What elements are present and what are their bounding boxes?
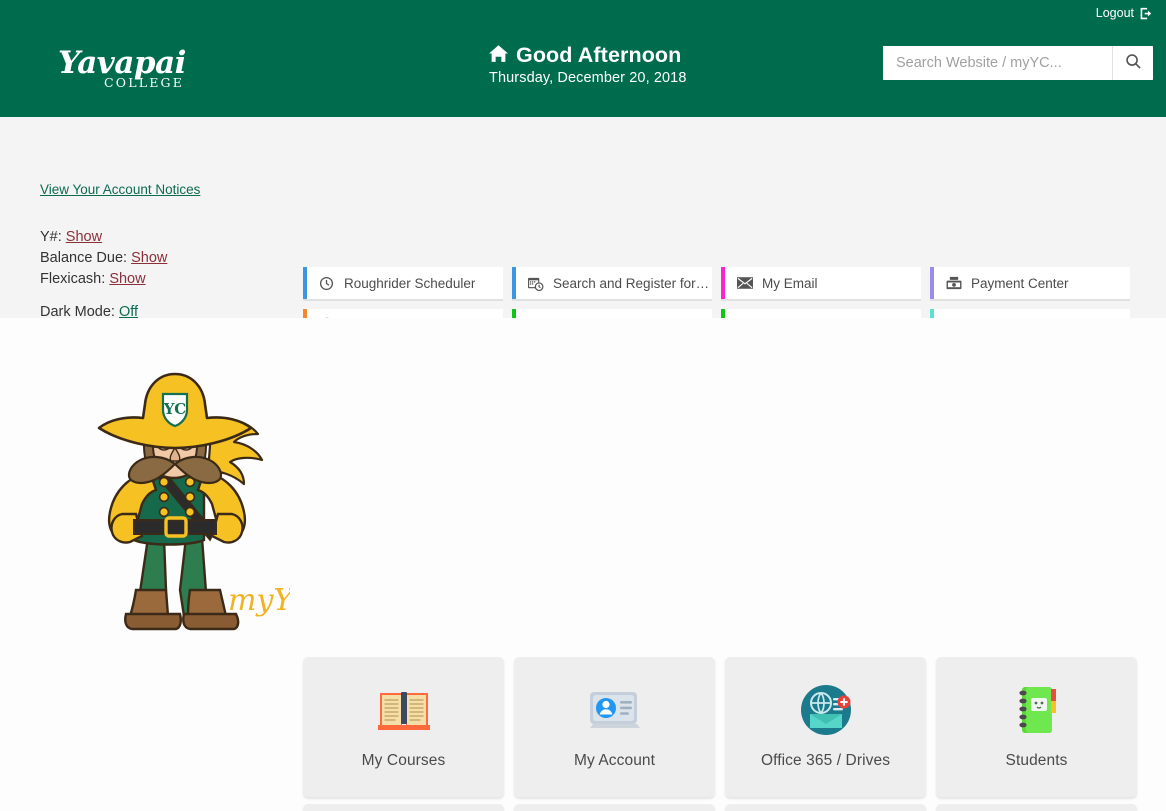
app-tile-grid: My Courses My Account Office 365 / Drive (303, 657, 1137, 811)
logout-button[interactable]: Logout (1096, 6, 1152, 20)
tile-label: Students (1006, 752, 1068, 770)
greeting-block: Good Afternoon Thursday, December 20, 20… (489, 43, 686, 86)
tile-label: My Account (574, 752, 655, 770)
tile-my-account[interactable]: My Account (514, 657, 715, 797)
shortcut-color-bar (303, 267, 307, 299)
shortcut-color-bar (930, 267, 934, 299)
account-label-balance: Balance Due: (40, 250, 127, 266)
tile-students[interactable]: Students (936, 657, 1137, 797)
tile-applications[interactable]: Applications (936, 804, 1137, 811)
shortcut-color-bar (512, 267, 516, 299)
shortcut-my-email[interactable]: My Email (721, 267, 921, 301)
shortcut-label: My Email (762, 276, 818, 291)
account-row-ynumber: Y#: Show (40, 227, 280, 248)
current-date: Thursday, December 20, 2018 (489, 70, 686, 86)
main-content: YC myYC My Courses M (0, 318, 1166, 811)
cash-register-icon (944, 276, 963, 290)
tile-employees[interactable]: Employees (725, 804, 926, 811)
account-row-flexicash: Flexicash: Show (40, 269, 280, 290)
tile-academics[interactable]: Academics (303, 804, 504, 811)
mascot-wordmark: myYC (228, 583, 290, 618)
account-rows: Y#: Show Balance Due: Show Flexicash: Sh… (40, 227, 280, 323)
tile-faculty[interactable]: Faculty (514, 804, 715, 811)
notebook-icon (1013, 684, 1061, 736)
svg-text:YC: YC (163, 400, 186, 418)
site-search[interactable] (883, 46, 1153, 80)
home-icon[interactable] (489, 44, 508, 68)
account-label-ynumber: Y#: (40, 229, 62, 245)
show-balance-link[interactable]: Show (131, 250, 167, 266)
shortcut-band: View Your Account Notices Y#: Show Balan… (0, 117, 1166, 318)
shortcut-label: Roughrider Scheduler (344, 276, 475, 291)
envelope-icon (735, 277, 754, 289)
tile-label: Office 365 / Drives (761, 752, 890, 770)
tile-label: My Courses (362, 752, 446, 770)
account-label-flexicash: Flexicash: (40, 271, 105, 287)
page-header: Logout Yavapai COLLEGE Good Afternoon Th… (0, 0, 1166, 117)
shortcut-roughrider-scheduler[interactable]: Roughrider Scheduler (303, 267, 503, 301)
search-input[interactable] (883, 46, 1112, 80)
show-flexicash-link[interactable]: Show (109, 271, 145, 287)
shortcut-color-bar (721, 267, 725, 299)
roughrider-mascot: YC myYC (60, 342, 290, 642)
shortcut-payment-center[interactable]: Payment Center (930, 267, 1130, 301)
search-icon (1125, 53, 1142, 73)
account-notices-link[interactable]: View Your Account Notices (40, 182, 200, 197)
tile-my-courses[interactable]: My Courses (303, 657, 504, 797)
logout-label: Logout (1096, 6, 1134, 20)
sign-out-icon (1139, 7, 1152, 20)
show-ynumber-link[interactable]: Show (66, 229, 102, 245)
account-summary: View Your Account Notices Y#: Show Balan… (40, 181, 280, 323)
yavapai-college-logo[interactable]: Yavapai COLLEGE (58, 48, 258, 90)
globe-envelope-icon (800, 684, 852, 736)
greeting-text: Good Afternoon (516, 43, 681, 68)
clock-icon (317, 276, 336, 291)
logo-subtext: COLLEGE (104, 75, 258, 90)
shortcut-search-and-register-for[interactable]: Search and Register for … (512, 267, 712, 301)
tile-office-365-drives[interactable]: Office 365 / Drives (725, 657, 926, 797)
open-book-icon (378, 684, 430, 736)
shortcut-label: Search and Register for … (553, 276, 712, 291)
search-button[interactable] (1112, 46, 1153, 80)
account-row-balance: Balance Due: Show (40, 248, 280, 269)
calendar-clock-icon (526, 276, 545, 291)
shortcut-label: Payment Center (971, 276, 1069, 291)
id-card-icon (588, 684, 642, 736)
